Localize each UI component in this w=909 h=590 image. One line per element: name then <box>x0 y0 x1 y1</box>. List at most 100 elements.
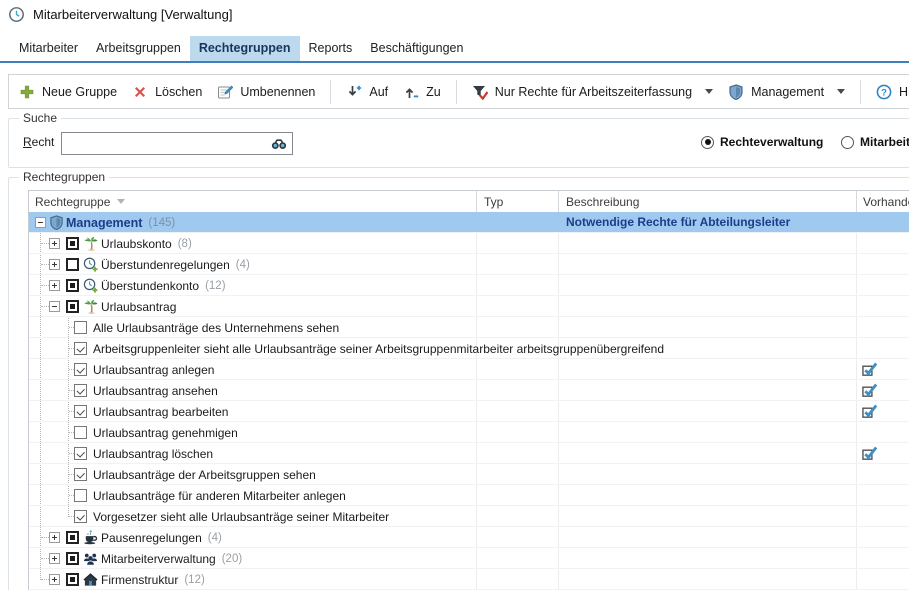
checkbox-mixed[interactable] <box>66 279 79 292</box>
row-label-group: Alle Urlaubsanträge des Unternehmens seh… <box>93 317 339 338</box>
help-button[interactable]: Hilfe <box>876 84 909 100</box>
tree-row[interactable]: Urlaubsanträge für anderen Mitarbeiter a… <box>29 485 909 506</box>
row-label-group: Urlaubsanträge der Arbeitsgruppen sehen <box>93 464 316 485</box>
checkbox-mixed[interactable] <box>66 531 79 544</box>
plus-icon <box>19 84 35 100</box>
row-label-group: Urlaubskonto(8) <box>101 233 192 254</box>
tree-row[interactable]: Urlaubsantrag ansehen <box>29 380 909 401</box>
column-header-rechtegruppe[interactable]: Rechtegruppe <box>35 191 125 212</box>
delete-button[interactable]: Löschen <box>132 84 202 100</box>
expander-plus-icon[interactable] <box>49 532 60 543</box>
expander-plus-icon[interactable] <box>49 280 60 291</box>
checkbox-unchecked[interactable] <box>74 426 87 439</box>
checkbox-checked[interactable] <box>74 342 87 355</box>
tree-row[interactable]: Alle Urlaubsanträge des Unternehmens seh… <box>29 317 909 338</box>
tab-mitarbeiter[interactable]: Mitarbeiter <box>10 36 87 61</box>
new-group-button[interactable]: Neue Gruppe <box>19 84 117 100</box>
tree-row[interactable]: Vorgesetzer sieht alle Urlaubsanträge se… <box>29 506 909 527</box>
tree-row[interactable]: Pausenregelungen(4) <box>29 527 909 548</box>
search-field-label: Recht <box>23 135 54 149</box>
row-label: Urlaubsantrag löschen <box>93 447 213 461</box>
tree-row[interactable]: Management(145)Notwendige Rechte für Abt… <box>29 212 909 233</box>
search-legend: Suche <box>19 111 61 125</box>
tree-row[interactable]: Urlaubsantrag anlegen <box>29 359 909 380</box>
search-panel: Suche Recht Rechteverwaltung Mitarbeiter <box>8 118 909 168</box>
radio-mitarbeiter[interactable]: Mitarbeiter <box>841 135 909 149</box>
tree-row[interactable]: Urlaubsantrag löschen <box>29 443 909 464</box>
checkbox-checked[interactable] <box>74 447 87 460</box>
tab-beschäftigungen[interactable]: Beschäftigungen <box>361 36 472 61</box>
expander-minus-icon[interactable] <box>49 301 60 312</box>
expand-all-button[interactable]: Auf <box>346 84 388 100</box>
vorhanden-check-icon <box>862 361 879 378</box>
expander-minus-icon[interactable] <box>35 217 46 228</box>
chevron-down-icon <box>705 89 713 94</box>
tab-arbeitsgruppen[interactable]: Arbeitsgruppen <box>87 36 190 61</box>
filter-dropdown-button[interactable]: Nur Rechte für Arbeitszeiterfassung <box>472 84 713 100</box>
tree-row[interactable]: Arbeitsgruppenleiter sieht alle Urlaubsa… <box>29 338 909 359</box>
column-header-vorhanden[interactable]: Vorhanden <box>863 191 909 212</box>
row-label: Urlaubskonto <box>101 237 172 251</box>
search-input[interactable] <box>61 132 293 155</box>
checkbox-checked[interactable] <box>74 384 87 397</box>
tab-rechtegruppen[interactable]: Rechtegruppen <box>190 36 300 61</box>
column-header-label: Rechtegruppe <box>35 195 110 209</box>
checkbox-checked[interactable] <box>74 510 87 523</box>
tree-row[interactable]: Urlaubsantrag bearbeiten <box>29 401 909 422</box>
checkbox-unchecked[interactable] <box>74 489 87 502</box>
row-label-group: Überstundenregelungen(4) <box>101 254 250 275</box>
row-label-group: Urlaubsantrag genehmigen <box>93 422 238 443</box>
tree-row[interactable]: Überstundenkonto (12) <box>29 275 909 296</box>
rights-table: Rechtegruppe Typ Beschreibung Vorhanden … <box>28 190 909 590</box>
row-label: Urlaubsantrag anlegen <box>93 363 214 377</box>
expander-plus-icon[interactable] <box>49 259 60 270</box>
collapse-all-button[interactable]: Zu <box>403 84 441 100</box>
row-label-group: Vorgesetzer sieht alle Urlaubsanträge se… <box>93 506 389 527</box>
row-label: Überstundenregelungen <box>101 258 230 272</box>
expander-plus-icon[interactable] <box>49 553 60 564</box>
sort-descending-icon <box>117 199 125 204</box>
column-header-label: Vorhanden <box>863 195 909 209</box>
group-select-dropdown[interactable]: Management <box>728 84 845 100</box>
expander-plus-icon[interactable] <box>49 574 60 585</box>
tree-row[interactable]: Mitarbeiterverwaltung(20) <box>29 548 909 569</box>
tree-row[interactable]: Urlaubsantrag genehmigen <box>29 422 909 443</box>
checkbox-mixed[interactable] <box>66 573 79 586</box>
column-header-typ[interactable]: Typ <box>484 191 503 212</box>
palm-icon <box>83 236 98 251</box>
checkbox-mixed[interactable] <box>66 552 79 565</box>
vorhanden-check-icon <box>862 445 879 462</box>
row-label: Überstundenkonto <box>101 279 199 293</box>
row-description: Notwendige Rechte für Abteilungsleiter <box>566 212 790 233</box>
rename-button[interactable]: Umbenennen <box>217 84 315 100</box>
checkbox-mixed[interactable] <box>66 237 79 250</box>
radio-rechteverwaltung[interactable]: Rechteverwaltung <box>701 135 823 149</box>
checkbox-mixed[interactable] <box>66 300 79 313</box>
row-count: (12) <box>205 280 225 292</box>
window-title: Mitarbeiterverwaltung [Verwaltung] <box>33 7 232 22</box>
checkbox-unchecked[interactable] <box>74 321 87 334</box>
vorhanden-check-icon <box>862 403 879 420</box>
toolbar-separator <box>330 80 331 104</box>
tab-reports[interactable]: Reports <box>300 36 362 61</box>
radio-label: Mitarbeiter <box>860 135 909 149</box>
checkbox-checked[interactable] <box>74 405 87 418</box>
checkbox-checked[interactable] <box>74 468 87 481</box>
checkbox-checked[interactable] <box>74 363 87 376</box>
expander-plus-icon[interactable] <box>49 238 60 249</box>
tree-row[interactable]: Firmenstruktur(12) <box>29 569 909 590</box>
tree-row[interactable]: Urlaubsantrag <box>29 296 909 317</box>
chevron-down-icon <box>837 89 845 94</box>
palm-icon <box>83 299 98 314</box>
tree-row[interactable]: Überstundenregelungen(4) <box>29 254 909 275</box>
column-header-beschreibung[interactable]: Beschreibung <box>566 191 639 212</box>
tree-row[interactable]: Urlaubsanträge der Arbeitsgruppen sehen <box>29 464 909 485</box>
row-label: Urlaubsantrag <box>101 300 176 314</box>
clock-plus-icon <box>83 257 98 272</box>
tree-row[interactable]: Urlaubskonto(8) <box>29 233 909 254</box>
column-header-label: Typ <box>484 195 503 209</box>
clock-icon <box>8 6 25 23</box>
row-label: Firmenstruktur <box>101 573 178 587</box>
group-select-label: Management <box>751 85 824 99</box>
checkbox-unchecked[interactable] <box>66 258 79 271</box>
